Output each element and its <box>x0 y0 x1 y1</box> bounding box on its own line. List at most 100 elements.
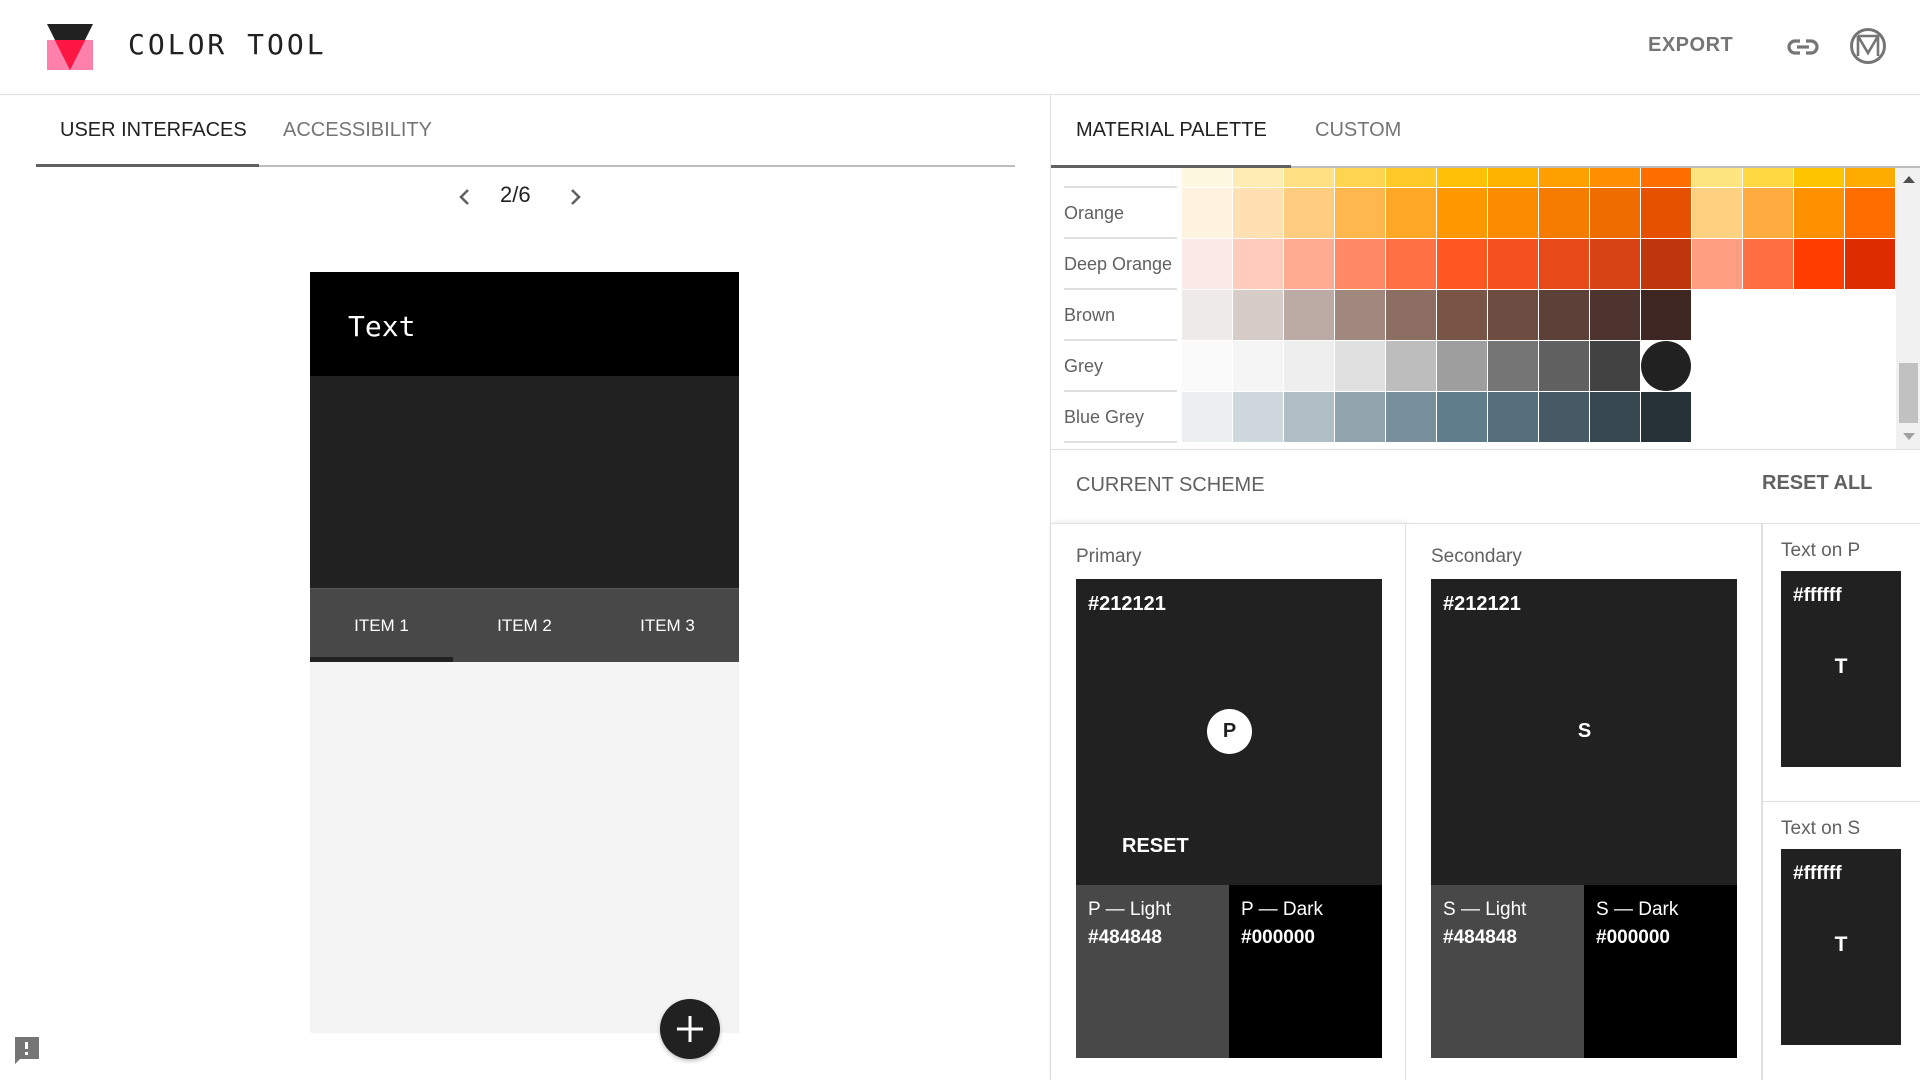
palette-swatch[interactable] <box>1437 341 1487 391</box>
palette-swatch[interactable] <box>1539 341 1589 391</box>
palette-swatch[interactable] <box>1182 290 1232 340</box>
palette-swatch[interactable] <box>1794 239 1844 289</box>
palette-swatch[interactable] <box>1743 188 1793 238</box>
phone-tab-item-1[interactable]: ITEM 1 <box>310 589 453 663</box>
palette-swatch[interactable] <box>1488 188 1538 238</box>
palette-swatch[interactable] <box>1539 239 1589 289</box>
palette-swatch[interactable] <box>1284 188 1334 238</box>
material-logo-icon[interactable] <box>1849 27 1887 65</box>
palette-swatch[interactable] <box>1386 188 1436 238</box>
palette-swatch[interactable] <box>1488 290 1538 340</box>
palette-swatch[interactable] <box>1539 168 1589 187</box>
palette-swatch[interactable] <box>1488 239 1538 289</box>
palette-swatch[interactable] <box>1386 168 1436 187</box>
palette-swatch-selected[interactable] <box>1641 341 1691 391</box>
palette-swatch[interactable] <box>1182 341 1232 391</box>
reset-all-button[interactable]: RESET ALL <box>1762 472 1872 495</box>
palette-swatch[interactable] <box>1437 392 1487 442</box>
palette-swatch[interactable] <box>1386 392 1436 442</box>
palette-swatch[interactable] <box>1386 239 1436 289</box>
feedback-icon[interactable] <box>13 1035 40 1065</box>
phone-tab-item-2[interactable]: ITEM 2 <box>453 589 596 663</box>
palette-swatch[interactable] <box>1590 188 1640 238</box>
tab-material-palette[interactable]: MATERIAL PALETTE <box>1076 119 1267 142</box>
palette-swatch[interactable] <box>1437 188 1487 238</box>
chevron-right-icon[interactable] <box>564 184 586 210</box>
palette-swatch[interactable] <box>1743 168 1793 187</box>
palette-swatch[interactable] <box>1590 341 1640 391</box>
palette-swatch[interactable] <box>1335 290 1385 340</box>
link-icon[interactable] <box>1786 32 1820 62</box>
scrollbar-thumb[interactable] <box>1899 363 1918 423</box>
palette-swatch[interactable] <box>1335 341 1385 391</box>
fab-add-button[interactable] <box>660 999 720 1059</box>
palette-swatch[interactable] <box>1182 168 1232 187</box>
tab-accessibility[interactable]: ACCESSIBILITY <box>283 119 432 142</box>
palette-swatch[interactable] <box>1182 239 1232 289</box>
palette-swatch[interactable] <box>1233 392 1283 442</box>
palette-swatch[interactable] <box>1794 188 1844 238</box>
palette-swatch[interactable] <box>1488 392 1538 442</box>
palette-swatch[interactable] <box>1437 290 1487 340</box>
palette-swatch[interactable] <box>1437 168 1487 187</box>
text-on-secondary-swatch[interactable]: #ffffff T <box>1781 849 1901 1045</box>
primary-swatch[interactable]: #212121 P RESET <box>1076 579 1382 885</box>
palette-swatch[interactable] <box>1284 168 1334 187</box>
palette-swatch[interactable] <box>1743 239 1793 289</box>
palette-swatch[interactable] <box>1794 168 1844 187</box>
secondary-light-swatch[interactable]: S — Light #484848 <box>1431 885 1584 1058</box>
primary-reset-button[interactable]: RESET <box>1122 835 1189 858</box>
palette-swatch[interactable] <box>1590 392 1640 442</box>
palette-swatch[interactable] <box>1182 188 1232 238</box>
text-on-primary-swatch[interactable]: #ffffff T <box>1781 571 1901 767</box>
scroll-up-arrow-icon[interactable] <box>1903 176 1915 183</box>
palette-swatch[interactable] <box>1437 239 1487 289</box>
primary-dark-swatch[interactable]: P — Dark #000000 <box>1229 885 1382 1058</box>
secondary-dark-swatch[interactable]: S — Dark #000000 <box>1584 885 1737 1058</box>
palette-swatch[interactable] <box>1233 168 1283 187</box>
tab-custom[interactable]: CUSTOM <box>1315 119 1401 142</box>
palette-swatch[interactable] <box>1284 341 1334 391</box>
palette-swatch[interactable] <box>1692 168 1742 187</box>
palette-swatch[interactable] <box>1284 239 1334 289</box>
palette-swatch[interactable] <box>1641 290 1691 340</box>
phone-tab-item-3[interactable]: ITEM 3 <box>596 589 739 663</box>
palette-swatch[interactable] <box>1386 290 1436 340</box>
export-button[interactable]: EXPORT <box>1648 34 1733 57</box>
palette-swatch[interactable] <box>1692 239 1742 289</box>
tab-user-interfaces[interactable]: USER INTERFACES <box>60 119 247 142</box>
palette-swatch[interactable] <box>1233 188 1283 238</box>
palette-swatch[interactable] <box>1182 392 1232 442</box>
palette-swatch[interactable] <box>1845 239 1895 289</box>
palette-swatch[interactable] <box>1539 290 1589 340</box>
palette-swatch[interactable] <box>1488 341 1538 391</box>
palette-swatch[interactable] <box>1845 188 1895 238</box>
palette-swatch[interactable] <box>1539 188 1589 238</box>
palette-swatch[interactable] <box>1233 290 1283 340</box>
palette-swatch[interactable] <box>1335 168 1385 187</box>
palette-swatch[interactable] <box>1284 290 1334 340</box>
primary-light-swatch[interactable]: P — Light #484848 <box>1076 885 1229 1058</box>
palette-swatch[interactable] <box>1641 188 1691 238</box>
palette-swatch[interactable] <box>1692 188 1742 238</box>
palette-swatch[interactable] <box>1386 341 1436 391</box>
palette-swatch[interactable] <box>1641 392 1691 442</box>
palette-swatch[interactable] <box>1641 168 1691 187</box>
palette-swatch[interactable] <box>1335 188 1385 238</box>
scroll-down-arrow-icon[interactable] <box>1903 433 1915 440</box>
palette-swatch[interactable] <box>1233 341 1283 391</box>
palette-swatch[interactable] <box>1335 239 1385 289</box>
palette-swatch[interactable] <box>1233 239 1283 289</box>
palette-swatch[interactable] <box>1335 392 1385 442</box>
secondary-swatch[interactable]: #212121 S <box>1431 579 1737 885</box>
palette-swatch[interactable] <box>1488 168 1538 187</box>
palette-swatch[interactable] <box>1641 239 1691 289</box>
palette-swatch[interactable] <box>1539 392 1589 442</box>
palette-swatch[interactable] <box>1845 168 1895 187</box>
palette-swatch[interactable] <box>1590 290 1640 340</box>
palette-swatch[interactable] <box>1590 239 1640 289</box>
palette-scrollbar[interactable] <box>1896 168 1920 449</box>
palette-swatch[interactable] <box>1590 168 1640 187</box>
chevron-left-icon[interactable] <box>454 184 476 210</box>
palette-swatch[interactable] <box>1284 392 1334 442</box>
